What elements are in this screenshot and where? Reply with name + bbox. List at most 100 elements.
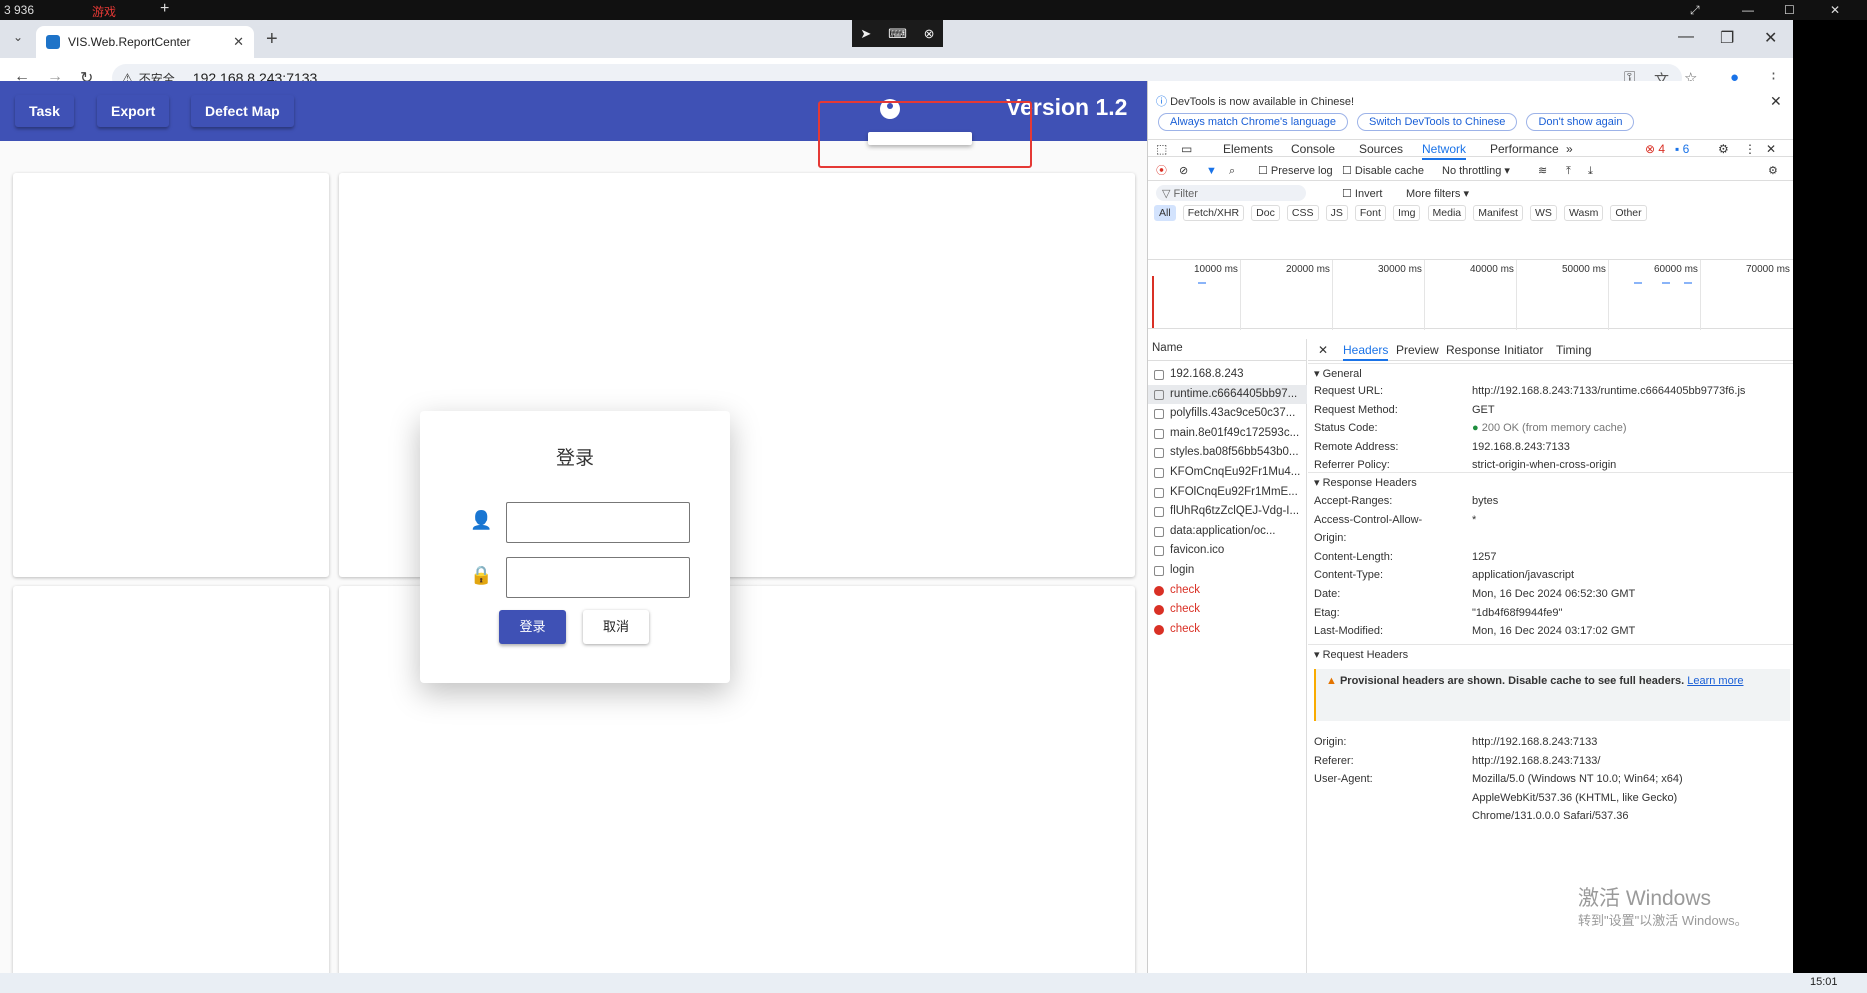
tab-headers[interactable]: Headers (1343, 343, 1389, 361)
browser-tab[interactable]: VIS.Web.ReportCenter ✕ (36, 26, 254, 58)
device-toggle-icon[interactable]: ▭ (1181, 142, 1192, 156)
request-section-header[interactable]: ▾ Request Headers (1308, 644, 1793, 664)
learn-more-link[interactable]: Learn more (1687, 675, 1743, 687)
window-restore-icon[interactable]: ❐ (1720, 28, 1734, 48)
name-column-header[interactable]: Name (1148, 339, 1307, 361)
minimize-icon[interactable]: — (1742, 3, 1754, 17)
request-row[interactable]: check (1148, 581, 1307, 600)
preserve-log-checkbox[interactable]: ☐ Preserve log (1258, 161, 1333, 181)
password-input[interactable] (506, 557, 690, 598)
header-value[interactable]: Mon, 16 Dec 2024 03:17:02 GMT (1472, 625, 1635, 637)
tab-console[interactable]: Console (1291, 142, 1335, 156)
tab-elements[interactable]: Elements (1223, 142, 1273, 156)
request-row[interactable]: main.8e01f49c172593c... (1148, 424, 1307, 443)
nav-task-button[interactable]: Task (15, 95, 74, 127)
request-row[interactable]: KFOmCnqEu92Fr1Mu4... (1148, 463, 1307, 482)
header-value[interactable]: http://192.168.8.243:7133/ (1472, 755, 1600, 767)
send-icon[interactable]: ➤ (860, 26, 871, 42)
tab-performance[interactable]: Performance (1490, 142, 1559, 156)
clock[interactable]: 15:01 (1810, 976, 1838, 988)
filter-wasm[interactable]: Wasm (1563, 205, 1604, 221)
maximize-icon[interactable]: ☐ (1784, 3, 1795, 17)
match-language-button[interactable]: Always match Chrome's language (1158, 113, 1348, 131)
header-value[interactable]: * (1472, 514, 1476, 526)
close-icon[interactable]: ✕ (1830, 3, 1840, 17)
request-row[interactable]: KFOlCnqEu92Fr1MmE... (1148, 483, 1307, 502)
request-row[interactable]: styles.ba08f56bb543b0... (1148, 443, 1307, 462)
wifi-icon[interactable]: ≋ (1538, 161, 1547, 181)
banner-close-icon[interactable]: ✕ (1770, 93, 1782, 110)
more-filters-dropdown[interactable]: More filters ▾ (1406, 185, 1469, 203)
filter-input[interactable]: ▽ Filter (1156, 185, 1306, 201)
devtools-menu-icon[interactable]: ⋮ (1744, 142, 1756, 156)
resize-icon[interactable]: ⤢ (1690, 3, 1700, 18)
dont-show-button[interactable]: Don't show again (1526, 113, 1635, 131)
header-value[interactable]: 192.168.8.243:7133 (1472, 441, 1570, 453)
general-section-header[interactable]: ▾ General (1308, 363, 1793, 383)
inspect-icon[interactable]: ⬚ (1156, 142, 1167, 156)
request-row[interactable]: check (1148, 620, 1307, 639)
throttling-select[interactable]: No throttling ▾ (1442, 161, 1510, 181)
disconnect-icon[interactable]: ⊗ (924, 26, 935, 42)
login-button[interactable]: 登录 (499, 610, 566, 644)
header-value[interactable]: http://192.168.8.243:7133 (1472, 736, 1597, 748)
tab-sources[interactable]: Sources (1359, 142, 1403, 156)
filter-doc[interactable]: Doc (1251, 205, 1280, 221)
filter-manifest[interactable]: Manifest (1473, 205, 1523, 221)
settings-gear-icon[interactable]: ⚙ (1718, 142, 1729, 156)
filter-fetch[interactable]: Fetch/XHR (1182, 205, 1245, 221)
header-value[interactable]: Mozilla/5.0 (Windows NT 10.0; Win64; x64… (1472, 773, 1683, 785)
header-value[interactable]: GET (1472, 404, 1495, 416)
search-icon[interactable]: ⌕ (1229, 161, 1235, 181)
request-row[interactable]: runtime.c6664405bb97... (1148, 384, 1307, 404)
header-value[interactable]: "1db4f68f9944fe9" (1472, 607, 1562, 619)
error-count-badge[interactable]: ⊗ 4 (1645, 142, 1665, 156)
filter-ws[interactable]: WS (1529, 205, 1557, 221)
header-value[interactable]: Chrome/131.0.0.0 Safari/537.36 (1472, 810, 1629, 822)
nav-defect-map-button[interactable]: Defect Map (191, 95, 294, 127)
nav-export-button[interactable]: Export (97, 95, 169, 127)
record-icon[interactable]: ⦿ (1156, 161, 1167, 181)
header-value[interactable]: application/javascript (1472, 569, 1574, 581)
new-tab-icon[interactable]: + (266, 28, 278, 51)
download-icon[interactable]: ⤓ (1588, 161, 1593, 181)
keyboard-icon[interactable]: ⌨ (888, 26, 907, 42)
request-row[interactable]: flUhRq6tzZclQEJ-Vdg-I... (1148, 502, 1307, 521)
tab-close-icon[interactable]: ✕ (233, 34, 244, 50)
filter-all[interactable]: All (1154, 205, 1176, 221)
header-value[interactable]: 200 OK (from memory cache) (1482, 422, 1627, 434)
header-value[interactable]: http://192.168.8.243:7133/runtime.c66644… (1472, 385, 1745, 397)
response-section-header[interactable]: ▾ Response Headers (1308, 472, 1793, 492)
header-value[interactable]: strict-origin-when-cross-origin (1472, 459, 1616, 471)
request-row[interactable]: login (1148, 561, 1307, 580)
filter-font[interactable]: Font (1354, 205, 1386, 221)
filter-media[interactable]: Media (1427, 205, 1467, 221)
header-value[interactable]: Mon, 16 Dec 2024 06:52:30 GMT (1472, 588, 1635, 600)
invert-checkbox[interactable]: ☐ Invert (1342, 185, 1382, 203)
filter-img[interactable]: Img (1392, 205, 1421, 221)
devtools-close-icon[interactable]: ✕ (1766, 142, 1776, 156)
clear-icon[interactable]: ⊘ (1179, 161, 1188, 181)
tab-timing[interactable]: Timing (1556, 343, 1592, 357)
filter-css[interactable]: CSS (1286, 205, 1319, 221)
request-row[interactable]: data:application/oc... (1148, 522, 1307, 541)
cancel-button[interactable]: 取消 (583, 610, 649, 644)
message-count-badge[interactable]: ▪ 6 (1675, 142, 1689, 156)
switch-language-button[interactable]: Switch DevTools to Chinese (1357, 113, 1518, 131)
username-input[interactable] (506, 502, 690, 543)
window-close-icon[interactable]: ✕ (1764, 28, 1777, 48)
request-row[interactable]: favicon.ico (1148, 541, 1307, 560)
header-value[interactable]: bytes (1472, 495, 1498, 507)
os-strip-game-label[interactable]: 游戏 (92, 3, 116, 20)
plus-icon[interactable]: + (160, 0, 169, 18)
network-settings-icon[interactable]: ⚙ (1768, 161, 1778, 181)
disable-cache-checkbox[interactable]: ☐ Disable cache (1342, 161, 1424, 181)
window-minimize-icon[interactable]: — (1678, 28, 1694, 46)
header-value[interactable]: AppleWebKit/537.36 (KHTML, like Gecko) (1472, 792, 1677, 804)
filter-other[interactable]: Other (1610, 205, 1647, 221)
more-tabs-icon[interactable]: » (1566, 142, 1573, 156)
tab-preview[interactable]: Preview (1396, 343, 1439, 357)
request-row[interactable]: 192.168.8.243 (1148, 365, 1307, 384)
tab-initiator[interactable]: Initiator (1504, 343, 1543, 357)
request-row[interactable]: polyfills.43ac9ce50c37... (1148, 404, 1307, 423)
